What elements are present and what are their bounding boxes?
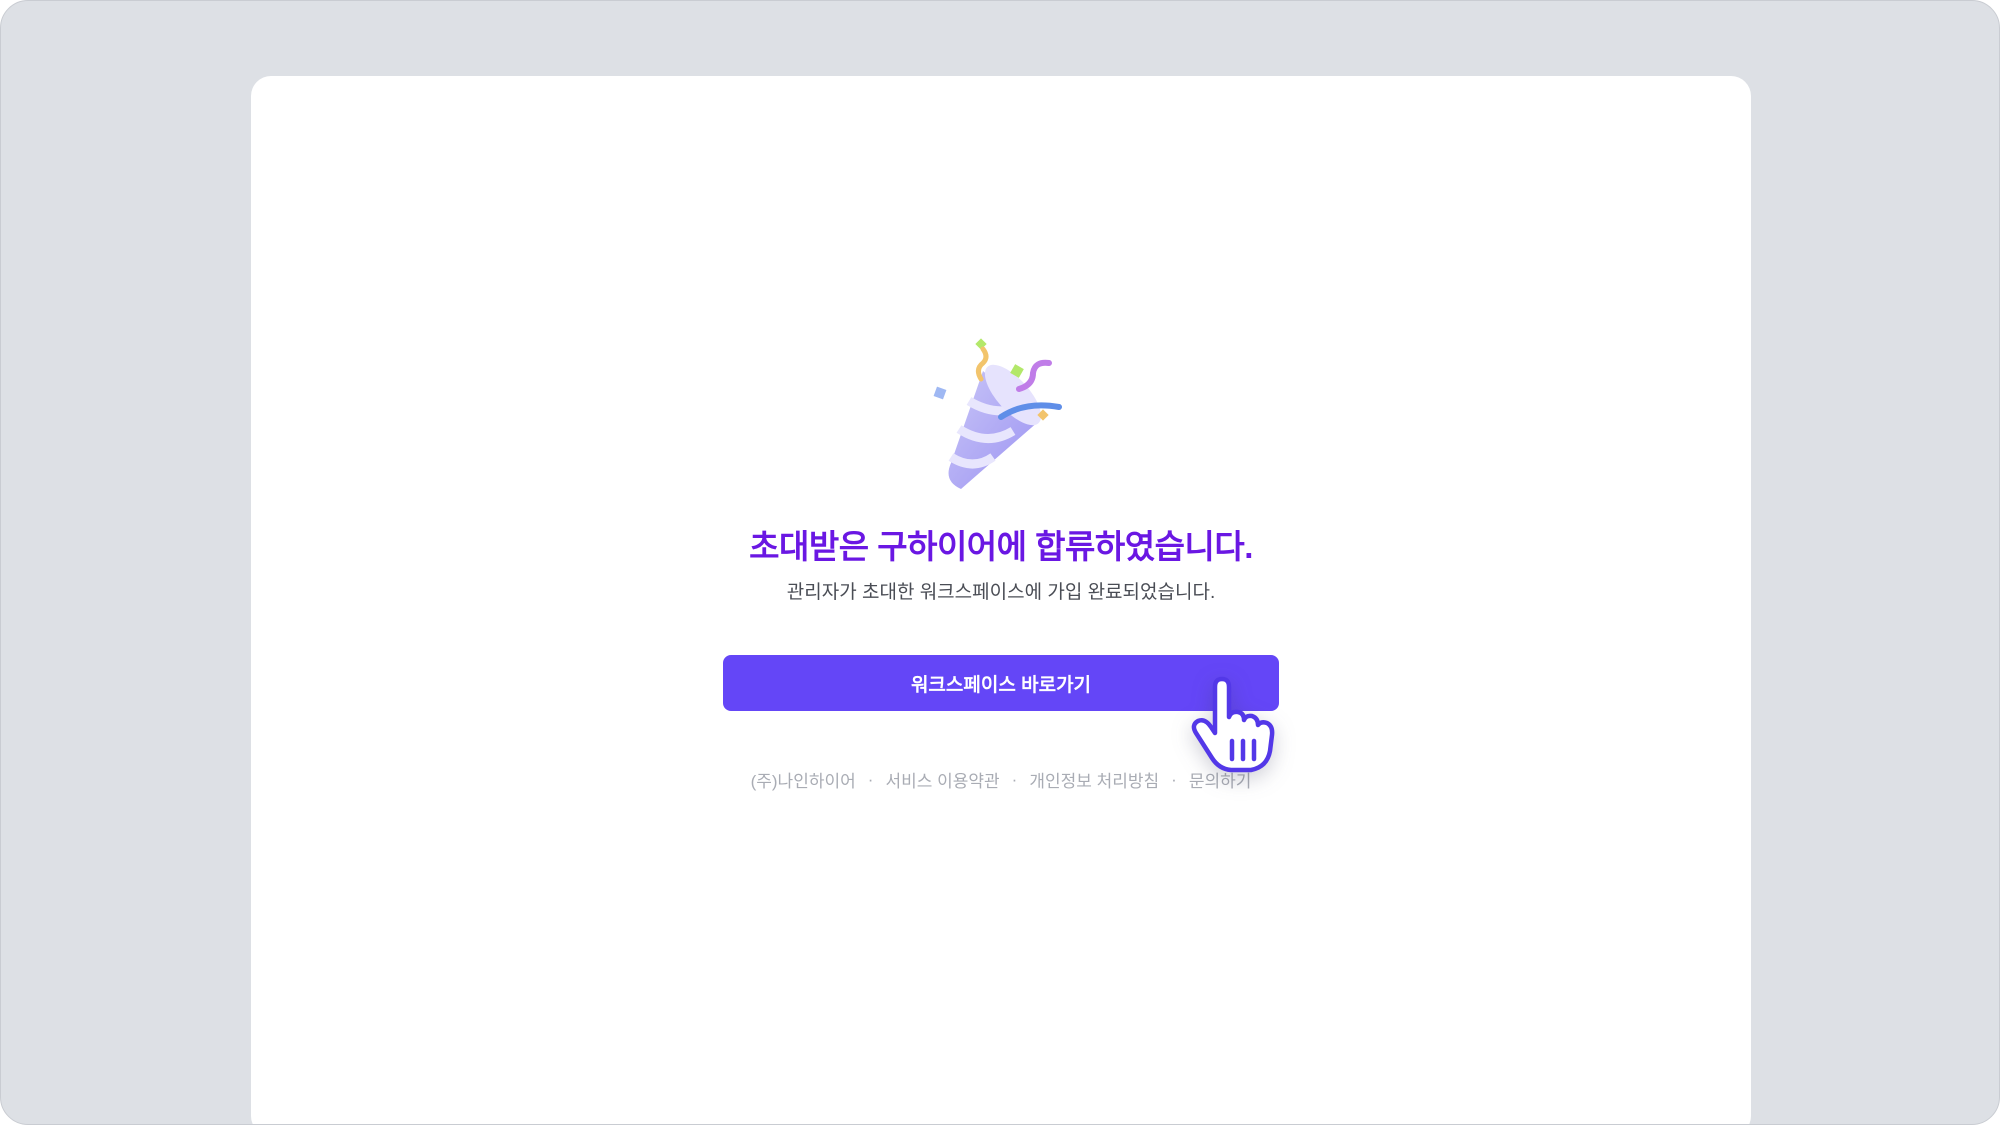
footer-separator: · [867,769,874,789]
company-name: (주)나인하이어 [750,772,856,791]
terms-of-service-link[interactable]: 서비스 이용약관 [885,767,999,792]
footer-separator: · [1171,769,1177,789]
content-card: 초대받은 구하이어에 합류하였습니다. 관리자가 초대한 워크스페이스에 가입 … [251,76,1751,1124]
page-title: 초대받은 구하이어에 합류하였습니다. [749,528,1253,565]
app-frame: 초대받은 구하이어에 합류하였습니다. 관리자가 초대한 워크스페이스에 가입 … [0,0,2000,1125]
hand-pointer-icon [1191,676,1275,773]
page-subtitle: 관리자가 초대한 워크스페이스에 가입 완료되었습니다. [786,582,1216,603]
footer: (주)나인하이어 · 서비스 이용약관 · 개인정보 처리방침 · 문의하기 [751,767,1252,792]
privacy-policy-link[interactable]: 개인정보 처리방침 [1029,767,1159,792]
success-message: 초대받은 구하이어에 합류하였습니다. 관리자가 초대한 워크스페이스에 가입 … [251,331,1751,792]
cta-area: 워크스페이스 바로가기 [723,655,1279,773]
party-popper-icon [933,338,1062,489]
footer-separator: · [1011,769,1018,789]
